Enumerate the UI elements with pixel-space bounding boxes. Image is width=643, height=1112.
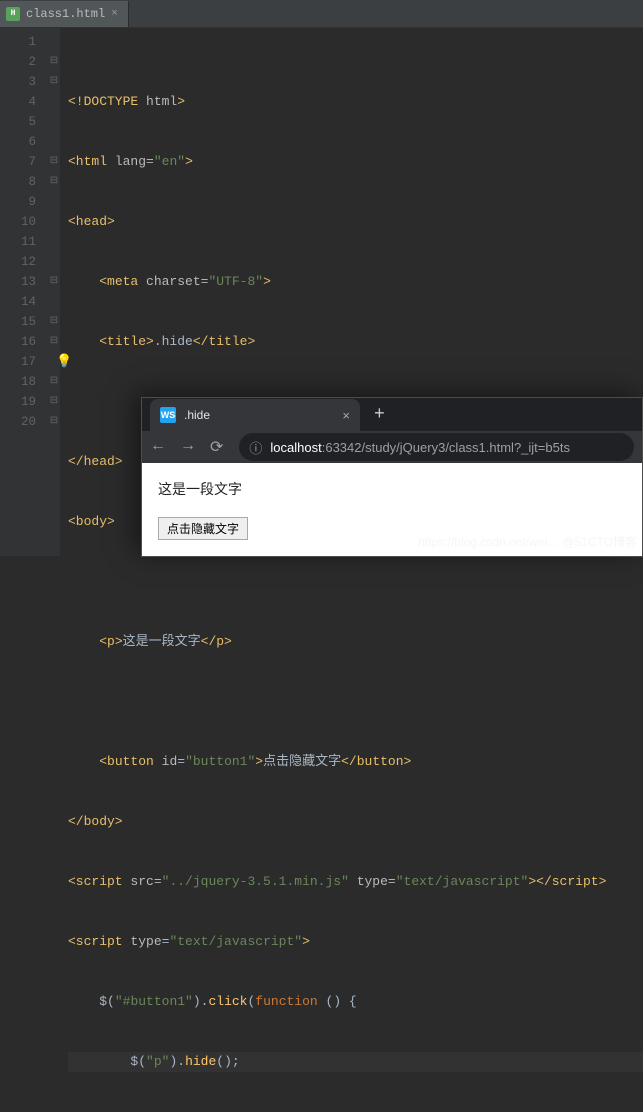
back-icon[interactable]: ←	[150, 437, 166, 457]
lightbulb-icon[interactable]: 💡	[56, 352, 72, 372]
fold-marker	[48, 112, 60, 132]
line-number: 10	[0, 212, 36, 232]
fold-marker[interactable]: ⊟	[48, 412, 60, 432]
line-number: 19	[0, 392, 36, 412]
browser-tab-title: .hide	[184, 408, 334, 422]
line-number: 13	[0, 272, 36, 292]
hide-text-button[interactable]: 点击隐藏文字	[158, 517, 248, 540]
line-number: 5	[0, 112, 36, 132]
browser-tab[interactable]: WS .hide ×	[150, 399, 360, 431]
fold-marker	[48, 192, 60, 212]
editor-tab-bar: H class1.html ×	[0, 0, 643, 28]
fold-column: ⊟⊟⊟⊟⊟⊟⊟⊟⊟⊟	[48, 28, 60, 556]
line-number: 7	[0, 152, 36, 172]
fold-marker[interactable]: ⊟	[48, 272, 60, 292]
line-number: 2	[0, 52, 36, 72]
fold-marker	[48, 132, 60, 152]
line-number: 4	[0, 92, 36, 112]
close-icon[interactable]: ×	[111, 8, 118, 20]
line-number: 14	[0, 292, 36, 312]
line-number: 16	[0, 332, 36, 352]
fold-marker	[48, 212, 60, 232]
line-number: 15	[0, 312, 36, 332]
browser-tab-strip: WS .hide × +	[142, 398, 642, 431]
address-bar[interactable]: ⓘ localhost:63342/study/jQuery3/class1.h…	[239, 433, 634, 461]
new-tab-button[interactable]: +	[360, 405, 399, 431]
browser-window: WS .hide × + ← → ⟳ ⓘ localhost:63342/stu…	[141, 397, 643, 557]
fold-marker	[48, 92, 60, 112]
html-file-icon: H	[6, 7, 20, 21]
fold-marker	[48, 32, 60, 52]
line-number: 1	[0, 32, 36, 52]
line-number: 9	[0, 192, 36, 212]
browser-toolbar: ← → ⟳ ⓘ localhost:63342/study/jQuery3/cl…	[142, 431, 642, 463]
line-number: 6	[0, 132, 36, 152]
fold-marker[interactable]: ⊟	[48, 372, 60, 392]
fold-marker[interactable]: ⊟	[48, 332, 60, 352]
line-number: 20	[0, 412, 36, 432]
reload-icon[interactable]: ⟳	[210, 437, 223, 457]
line-number: 12	[0, 252, 36, 272]
fold-marker[interactable]: ⊟	[48, 72, 60, 92]
webstorm-icon: WS	[160, 407, 176, 423]
page-paragraph: 这是一段文字	[158, 479, 626, 499]
close-icon[interactable]: ×	[342, 408, 350, 423]
fold-marker	[48, 232, 60, 252]
fold-marker[interactable]: ⊟	[48, 52, 60, 72]
line-number: 8	[0, 172, 36, 192]
browser-viewport: 这是一段文字 点击隐藏文字	[142, 463, 642, 556]
fold-marker[interactable]: ⊟	[48, 152, 60, 172]
fold-marker[interactable]: ⊟	[48, 172, 60, 192]
fold-marker	[48, 252, 60, 272]
line-number: 11	[0, 232, 36, 252]
line-number: 3	[0, 72, 36, 92]
line-number-gutter: 1234567891011121314151617181920	[0, 28, 48, 556]
line-number: 18	[0, 372, 36, 392]
line-number: 17	[0, 352, 36, 372]
info-icon[interactable]: ⓘ	[249, 438, 262, 457]
tab-filename: class1.html	[26, 7, 105, 21]
fold-marker[interactable]: ⊟	[48, 312, 60, 332]
fold-marker[interactable]: ⊟	[48, 392, 60, 412]
fold-marker	[48, 292, 60, 312]
forward-icon[interactable]: →	[180, 437, 196, 457]
file-tab[interactable]: H class1.html ×	[0, 1, 129, 27]
